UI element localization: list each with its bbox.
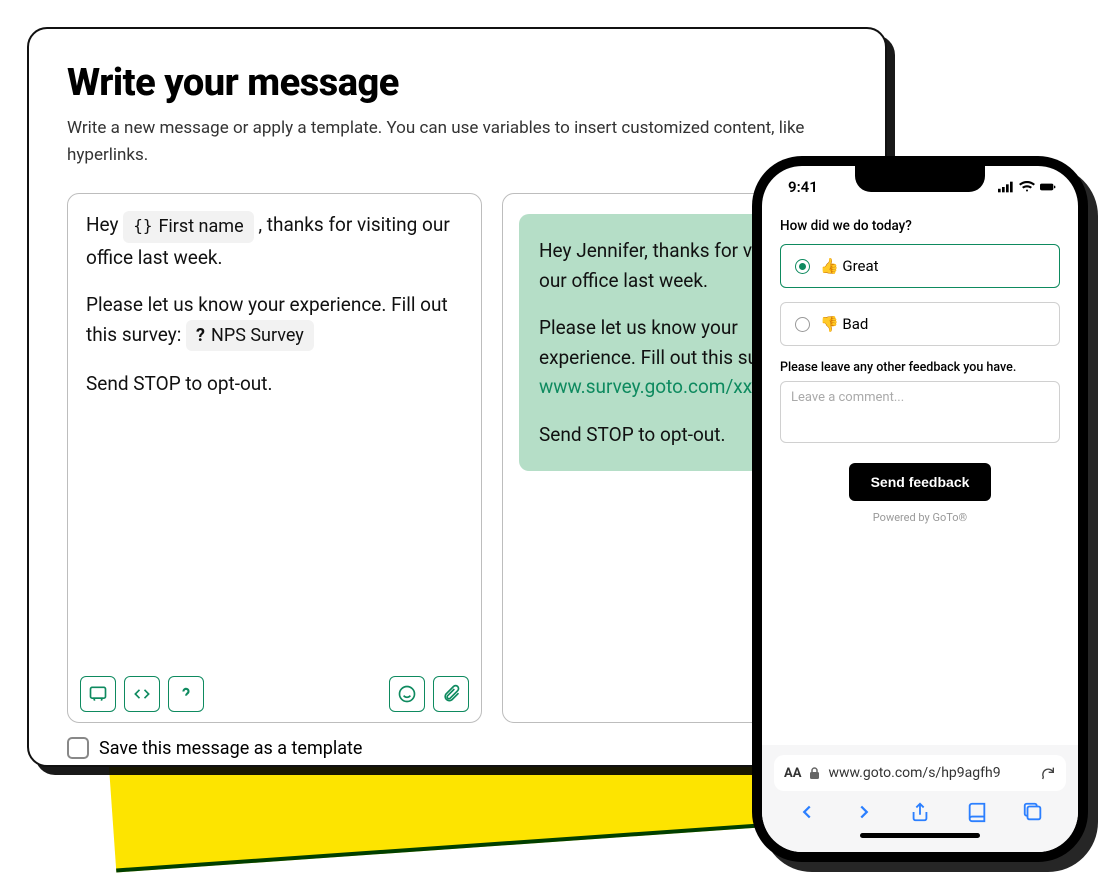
compose-textarea[interactable]: Hey {} First name , thanks for visiting …: [68, 194, 481, 666]
survey-form: How did we do today? 👍 Great 👎 Bad Pleas…: [762, 200, 1078, 745]
save-template-label: Save this message as a template: [99, 738, 362, 759]
share-icon[interactable]: [909, 801, 931, 823]
compose-panel: Hey {} First name , thanks for visiting …: [67, 193, 482, 723]
variable-chip-survey[interactable]: ? NPS Survey: [186, 320, 314, 352]
url-bar[interactable]: AA www.goto.com/s/hp9agfh9: [774, 755, 1066, 791]
attachment-button[interactable]: [433, 676, 469, 712]
variable-chip-firstname[interactable]: {} First name: [123, 211, 253, 243]
powered-by-label: Powered by GoTo®: [780, 511, 1060, 524]
comment-label: Please leave any other feedback you have…: [780, 360, 1060, 375]
help-button[interactable]: [168, 676, 204, 712]
option-label: 👎 Bad: [820, 315, 868, 333]
emoji-button[interactable]: [389, 676, 425, 712]
preview-link: www.survey.goto.com/xxxxx: [539, 375, 780, 398]
comment-textarea[interactable]: [780, 381, 1060, 443]
send-feedback-button[interactable]: Send feedback: [849, 463, 992, 501]
smile-icon: [397, 684, 417, 704]
url-text: www.goto.com/s/hp9agfh9: [828, 765, 1032, 781]
tabs-icon[interactable]: [1022, 801, 1044, 823]
phone-screen: 9:41 How did we do today? 👍 Great 👎 Bad …: [762, 166, 1078, 852]
forward-icon[interactable]: [853, 801, 875, 823]
refresh-icon[interactable]: [1040, 765, 1056, 781]
variable-label: NPS Survey: [211, 322, 304, 350]
lock-icon: [809, 767, 820, 780]
question-icon: [176, 684, 196, 704]
radio-icon: [795, 317, 810, 332]
text-size-icon: AA: [784, 766, 801, 781]
page-subtitle: Write a new message or apply a template.…: [67, 115, 847, 169]
option-great[interactable]: 👍 Great: [780, 244, 1060, 288]
radio-icon: [795, 259, 810, 274]
option-bad[interactable]: 👎 Bad: [780, 302, 1060, 346]
bookmarks-icon[interactable]: [966, 801, 988, 823]
browser-chrome: AA www.goto.com/s/hp9agfh9: [762, 745, 1078, 852]
status-time: 9:41: [788, 178, 818, 196]
page-title: Write your message: [67, 61, 847, 105]
compose-toolbar: [68, 666, 481, 722]
braces-icon: {}: [133, 214, 152, 239]
question-icon: ?: [196, 322, 205, 350]
option-label: 👍 Great: [820, 257, 879, 275]
message-icon: [88, 684, 108, 704]
home-indicator: [860, 833, 980, 838]
wifi-icon: [1019, 181, 1035, 193]
survey-question: How did we do today?: [780, 218, 1060, 234]
cellular-icon: [998, 181, 1014, 193]
variable-label: First name: [158, 213, 243, 241]
code-icon: [132, 684, 152, 704]
compose-text: Hey: [86, 213, 123, 236]
back-icon[interactable]: [796, 801, 818, 823]
battery-icon: [1040, 181, 1056, 193]
phone-mockup: 9:41 How did we do today? 👍 Great 👎 Bad …: [752, 156, 1088, 862]
template-button[interactable]: [80, 676, 116, 712]
variable-button[interactable]: [124, 676, 160, 712]
save-template-checkbox[interactable]: [67, 737, 89, 759]
paperclip-icon: [441, 684, 461, 704]
phone-notch: [855, 166, 985, 192]
compose-text: Send STOP to opt-out.: [86, 369, 463, 398]
